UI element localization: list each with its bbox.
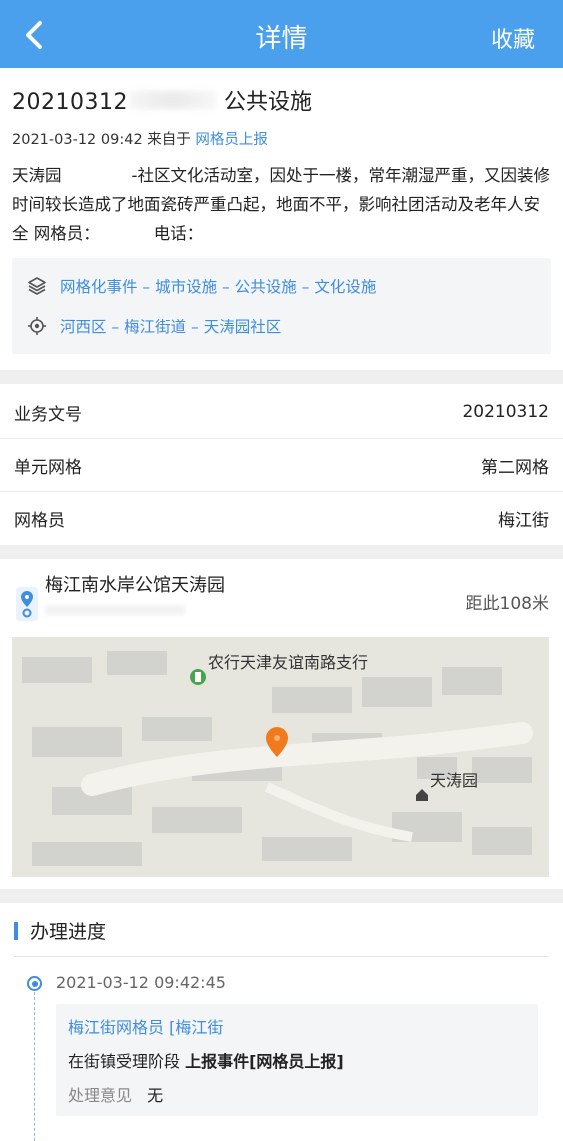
map-pin-icon <box>16 587 38 621</box>
case-number: 20210312 <box>12 90 128 115</box>
case-info-box: 网格化事件 – 城市设施 – 公共设施 – 文化设施 河西区 – 梅江街道 – … <box>12 258 551 354</box>
page-title: 详情 <box>255 24 308 54</box>
classification-row[interactable]: 网格化事件 – 城市设施 – 公共设施 – 文化设施 <box>22 270 541 302</box>
field-value: 20210312 <box>462 402 549 422</box>
case-title: 20210312 公共设施 <box>12 84 551 116</box>
field-label: 单元网格 <box>14 457 82 478</box>
case-meta: 2021-03-12 09:42 来自于 网格员上报 <box>12 128 551 149</box>
classification-text: 网格化事件 – 城市设施 – 公共设施 – 文化设施 <box>60 278 377 296</box>
timeline-time: 2021-03-12 09:42:45 <box>56 973 226 992</box>
handler-name[interactable]: 梅江街网格员 [梅江街 <box>68 1014 526 1038</box>
layers-icon <box>26 275 48 297</box>
field-value: 梅江街 <box>498 511 549 531</box>
timeline-dot <box>27 976 42 991</box>
location-header[interactable]: 梅江南水岸公馆天涛园 距此108米 <box>12 571 551 629</box>
redacted-text <box>100 227 154 239</box>
timeline-entry: 梅江街网格员 [梅江街 在街镇受理阶段 上报事件[网格员上报] 处理意见 无 <box>56 1004 538 1116</box>
timeline-line <box>34 987 35 1141</box>
favorite-button[interactable]: 收藏 <box>491 22 535 54</box>
opinion-row: 处理意见 无 <box>68 1082 526 1106</box>
area-row[interactable]: 河西区 – 梅江街道 – 天涛园社区 <box>22 310 541 342</box>
case-category: 公共设施 <box>223 90 312 115</box>
redacted-text <box>62 169 132 181</box>
opinion-value: 无 <box>147 1086 164 1105</box>
field-value: 第二网格 <box>481 457 549 478</box>
location-name: 梅江南水岸公馆天涛园 <box>45 575 225 596</box>
stage-action: 上报事件[网格员上报] <box>185 1052 344 1071</box>
field-label: 网格员 <box>14 511 65 531</box>
opinion-label: 处理意见 <box>68 1086 133 1105</box>
field-row-unit-grid: 单元网格 第二网格 <box>0 439 563 492</box>
redacted-text <box>129 91 216 109</box>
area-text: 河西区 – 梅江街道 – 天涛园社区 <box>60 318 282 336</box>
description-text: 天涛园 <box>12 166 62 185</box>
timeline: 2021-03-12 09:42:45 梅江街网格员 [梅江街 在街镇受理阶段 … <box>14 957 549 1141</box>
case-summary: 20210312 公共设施 2021-03-12 09:42 来自于 网格员上报… <box>0 68 563 370</box>
description-text: 电话： <box>153 224 204 243</box>
location-map[interactable]: 农行天津友谊南路支行 天涛园 <box>12 637 549 877</box>
case-description: 天涛园 -社区文化活动室，因处于一楼，常年潮湿严重，又因装修时间较长造成了地面瓷砖… <box>12 161 552 248</box>
locate-icon <box>26 315 48 337</box>
redacted-text <box>45 605 185 615</box>
bank-label: 农行天津友谊南路支行 <box>208 654 368 672</box>
field-row-grid-member: 网格员 梅江街 <box>0 492 563 545</box>
progress-title-text: 办理进度 <box>30 921 107 943</box>
case-source: 网格员上报 <box>195 132 268 148</box>
field-label: 业务文号 <box>14 404 82 425</box>
field-row-doc-number: 业务文号 20210312 <box>0 386 563 439</box>
location-distance: 距此108米 <box>465 594 549 614</box>
field-list: 业务文号 20210312 单元网格 第二网格 网格员 梅江街 <box>0 384 563 545</box>
location-section: 梅江南水岸公馆天涛园 距此108米 农行天津友谊南路支行 天涛园 <box>0 559 563 889</box>
progress-section: 办理进度 2021-03-12 09:42:45 梅江街网格员 [梅江街 在街镇… <box>0 903 563 1141</box>
top-nav-bar: 详情 收藏 <box>0 0 563 68</box>
community-label: 天涛园 <box>430 772 478 790</box>
case-time: 2021-03-12 09:42 <box>12 132 143 148</box>
bank-poi <box>190 669 206 685</box>
stage-text: 在街镇受理阶段 上报事件[网格员上报] <box>68 1048 526 1072</box>
map-canvas: 农行天津友谊南路支行 天涛园 <box>12 637 549 877</box>
stage-prefix: 在街镇受理阶段 <box>68 1052 181 1071</box>
progress-title: 办理进度 <box>14 917 549 957</box>
title-accent-bar <box>14 921 18 940</box>
source-prefix: 来自于 <box>147 132 191 148</box>
